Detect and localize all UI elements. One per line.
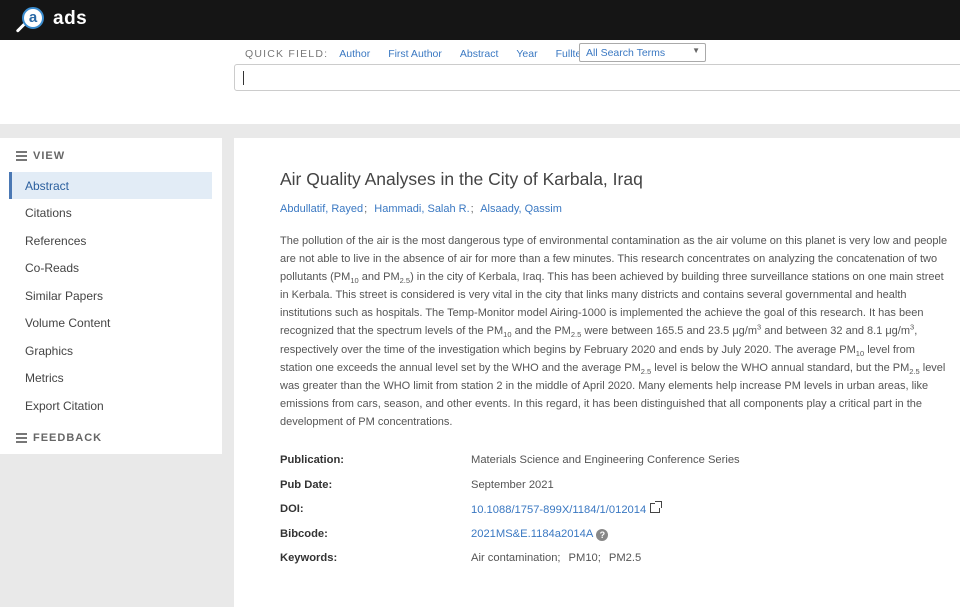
- sidebar-item-export-citation[interactable]: Export Citation: [9, 392, 212, 419]
- bibcode-value[interactable]: 2021MS&E.1184a2014A?: [471, 528, 609, 541]
- publication-label: Publication:: [280, 454, 345, 466]
- doi-link[interactable]: 10.1088/1757-899X/1184/1/012014: [471, 504, 646, 516]
- quick-field-abstract[interactable]: Abstract: [460, 48, 499, 60]
- ads-logo-icon[interactable]: a: [14, 4, 48, 36]
- sidebar: VIEW Abstract Citations References Co-Re…: [0, 138, 222, 454]
- quick-field-label: QUICK FIELD:: [245, 48, 329, 60]
- search-terms-select[interactable]: All Search Terms ▼: [579, 43, 706, 62]
- bibcode-label: Bibcode:: [280, 528, 328, 540]
- pub-date-value: September 2021: [471, 479, 554, 491]
- author-list: Abdullatif, Rayed; Hammadi, Salah R.; Al…: [280, 203, 562, 215]
- search-terms-select-value: All Search Terms: [586, 47, 666, 59]
- top-bar: a ads: [0, 0, 960, 40]
- pub-date-label: Pub Date:: [280, 479, 333, 491]
- author-link[interactable]: Alsaady, Qassim: [480, 203, 562, 215]
- quick-field-year[interactable]: Year: [516, 48, 537, 60]
- sidebar-item-references[interactable]: References: [9, 227, 212, 254]
- sidebar-item-graphics[interactable]: Graphics: [9, 337, 212, 364]
- keyword: PM10;: [568, 552, 601, 564]
- sidebar-item-co-reads[interactable]: Co-Reads: [9, 254, 212, 281]
- author-link[interactable]: Abdullatif, Rayed: [280, 203, 363, 215]
- sidebar-item-metrics[interactable]: Metrics: [9, 364, 212, 391]
- sidebar-item-volume-content[interactable]: Volume Content: [9, 309, 212, 336]
- author-link[interactable]: Hammadi, Salah R.: [374, 203, 469, 215]
- text-cursor: [243, 71, 244, 85]
- view-heading: VIEW: [16, 150, 65, 162]
- feedback-heading-label: FEEDBACK: [33, 432, 103, 444]
- sidebar-item-citations[interactable]: Citations: [9, 199, 212, 226]
- keyword: PM2.5: [608, 552, 642, 564]
- list-icon: [16, 151, 27, 161]
- external-link-icon[interactable]: [650, 501, 663, 513]
- doi-label: DOI:: [280, 503, 304, 515]
- feedback-heading[interactable]: FEEDBACK: [16, 432, 102, 444]
- abstract-text: The pollution of the air is the most dan…: [280, 235, 948, 428]
- sidebar-item-abstract[interactable]: Abstract: [9, 172, 212, 199]
- brand-name[interactable]: ads: [53, 8, 87, 30]
- quick-field-bar: QUICK FIELD: Author First Author Abstrac…: [245, 45, 607, 63]
- doi-value[interactable]: 10.1088/1757-899X/1184/1/012014: [471, 501, 663, 516]
- search-input[interactable]: [234, 64, 960, 91]
- keyword: Air contamination;: [471, 552, 561, 564]
- keywords-value: Air contamination; PM10; PM2.5: [471, 552, 649, 564]
- list-icon: [16, 433, 27, 443]
- sidebar-item-similar-papers[interactable]: Similar Papers: [9, 282, 212, 309]
- abstract-panel: Air Quality Analyses in the City of Karb…: [234, 138, 960, 607]
- quick-field-first-author[interactable]: First Author: [388, 48, 442, 60]
- keywords-label: Keywords:: [280, 552, 338, 564]
- view-heading-label: VIEW: [33, 150, 66, 162]
- publication-value: Materials Science and Engineering Confer…: [471, 454, 740, 466]
- bibcode-link[interactable]: 2021MS&E.1184a2014A: [471, 528, 593, 540]
- search-area: QUICK FIELD: Author First Author Abstrac…: [0, 40, 960, 124]
- quick-field-author[interactable]: Author: [339, 48, 370, 60]
- paper-title: Air Quality Analyses in the City of Karb…: [280, 169, 643, 189]
- help-icon[interactable]: ?: [596, 529, 609, 541]
- chevron-down-icon: ▼: [692, 46, 700, 55]
